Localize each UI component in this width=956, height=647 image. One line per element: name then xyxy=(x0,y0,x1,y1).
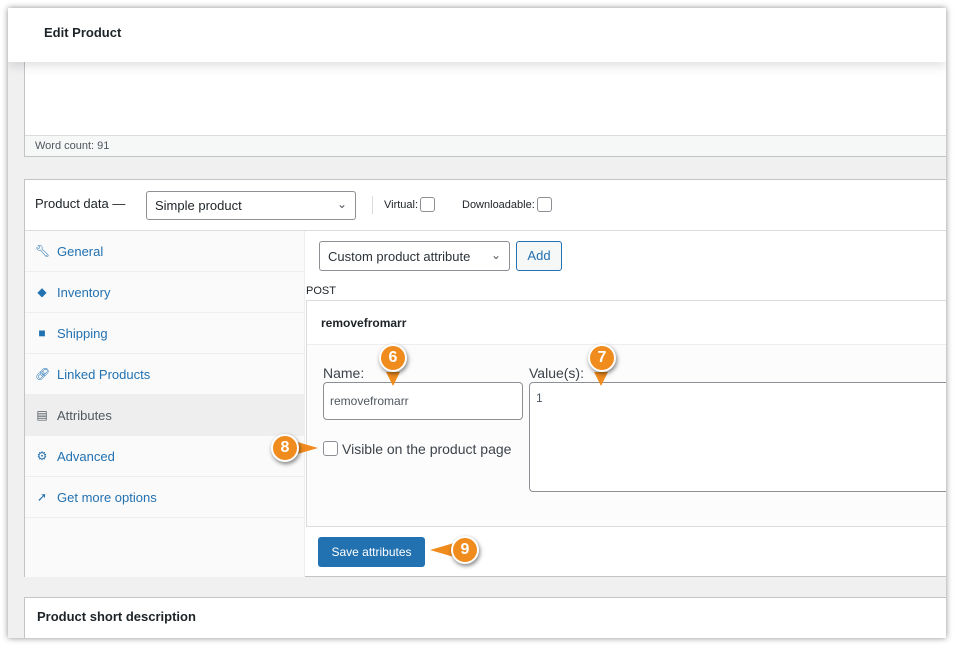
tab-get-more-options[interactable]: ➚ Get more options xyxy=(25,477,304,518)
short-description-box: Product short description xyxy=(24,597,946,638)
tab-inventory[interactable]: ◆ Inventory xyxy=(25,272,304,313)
wrench-icon: 🔧︎ xyxy=(35,244,51,258)
description-editor[interactable]: Word count: 91 xyxy=(24,62,946,157)
divider xyxy=(372,196,373,214)
downloadable-label: Downloadable: xyxy=(462,198,535,211)
tab-general[interactable]: 🔧︎ General xyxy=(25,231,304,272)
add-attribute-button[interactable]: Add xyxy=(516,241,562,271)
attribute-item: removefromarr Name: removefromarr Value(… xyxy=(306,300,946,527)
visible-checkbox[interactable] xyxy=(323,441,338,456)
chevron-down-icon: ⌄ xyxy=(336,197,347,211)
tab-shipping[interactable]: ■ Shipping xyxy=(25,313,304,354)
virtual-checkbox[interactable] xyxy=(420,197,436,212)
callout-marker: 6 xyxy=(379,344,407,372)
list-icon: ▤ xyxy=(36,408,48,422)
post-text: POST xyxy=(306,285,336,297)
product-data-header: Product data — Simple product ⌄ Virtual: … xyxy=(25,180,946,231)
tab-label: Get more options xyxy=(57,489,157,505)
page-title: Edit Product xyxy=(44,25,122,40)
tab-label: Advanced xyxy=(57,448,115,464)
downloadable-checkbox[interactable] xyxy=(536,197,552,212)
virtual-label: Virtual: xyxy=(384,198,419,211)
tab-label: General xyxy=(57,243,104,259)
truck-icon: ■ xyxy=(38,326,46,340)
callout-marker: 8 xyxy=(271,434,299,462)
chevron-down-icon: ⌄ xyxy=(490,248,501,262)
tab-attributes[interactable]: ▤ Attributes xyxy=(25,395,304,436)
product-data-tabs: 🔧︎ General ◆ Inventory ■ Shipping 🔗︎ Linked … xyxy=(25,231,305,577)
top-bar: Edit Product xyxy=(8,8,946,62)
attribute-type-value: Custom product attribute xyxy=(328,249,471,264)
save-attributes-button[interactable]: Save attributes xyxy=(318,537,425,567)
tab-label: Linked Products xyxy=(57,366,151,382)
attributes-panel: Custom product attribute ⌄ Add POST remov… xyxy=(306,231,946,576)
plugin-icon: ➚ xyxy=(36,490,48,504)
product-type-value: Simple product xyxy=(155,198,242,213)
attribute-type-select[interactable]: Custom product attribute ⌄ xyxy=(319,241,510,271)
callout-marker: 7 xyxy=(588,344,616,372)
downloadable-option[interactable]: Downloadable: xyxy=(462,197,552,212)
callout-marker: 9 xyxy=(451,536,479,564)
callout-pointer xyxy=(594,372,608,386)
tab-label: Attributes xyxy=(57,407,112,423)
gear-icon: ⚙︎ xyxy=(36,449,48,463)
tab-label: Shipping xyxy=(57,325,108,341)
visible-option[interactable]: Visible on the product page xyxy=(323,439,513,460)
product-data-label: Product data — xyxy=(35,196,126,211)
name-label: Name: xyxy=(323,365,365,381)
product-data-box: Product data — Simple product ⌄ Virtual: … xyxy=(24,179,946,577)
product-type-select[interactable]: Simple product ⌄ xyxy=(146,191,356,220)
attribute-title[interactable]: removefromarr xyxy=(307,301,946,345)
tab-label: Inventory xyxy=(57,284,111,300)
attribute-name-input[interactable]: removefromarr xyxy=(323,382,523,420)
callout-pointer xyxy=(386,372,400,386)
tab-linked-products[interactable]: 🔗︎ Linked Products xyxy=(25,354,304,395)
attribute-values-textarea[interactable]: 1 xyxy=(529,382,946,492)
word-count: Word count: 91 xyxy=(25,135,946,156)
values-label: Value(s): xyxy=(529,365,584,381)
visible-label: Visible on the product page xyxy=(342,441,512,457)
virtual-option[interactable]: Virtual: xyxy=(384,197,436,212)
tag-icon: ◆ xyxy=(37,285,47,299)
tab-advanced[interactable]: ⚙︎ Advanced xyxy=(25,436,304,477)
link-icon: 🔗︎ xyxy=(35,367,51,381)
